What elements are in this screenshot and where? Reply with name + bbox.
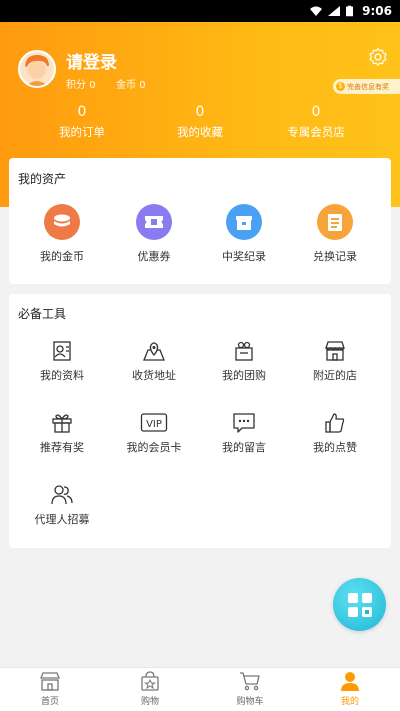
tab-cart[interactable]: 购物车 xyxy=(200,671,300,707)
store-icon xyxy=(325,341,345,361)
clipboard-icon xyxy=(317,204,353,240)
tab-label: 购物 xyxy=(140,697,159,707)
profile-card-icon xyxy=(53,341,71,361)
points-value: 0 xyxy=(89,80,96,91)
complete-info-badge[interactable]: $ 完善信息有奖 xyxy=(333,79,400,94)
map-location-icon xyxy=(143,342,165,361)
tool-label: 我的会员卡 xyxy=(126,441,182,454)
asset-label: 中奖纪录 xyxy=(222,250,266,263)
tool-label: 附近的店 xyxy=(313,369,357,382)
gear-icon[interactable] xyxy=(368,47,388,67)
message-icon xyxy=(233,413,255,433)
asset-item-coupons[interactable]: 优惠券 xyxy=(109,204,199,264)
battery-icon xyxy=(346,5,354,17)
tab-label: 购物车 xyxy=(236,697,264,707)
stat-member-store[interactable]: 0 专属会员店 xyxy=(261,104,371,140)
points-info: 积分 0 xyxy=(66,76,96,91)
asset-item-exchange[interactable]: 兑换记录 xyxy=(290,204,380,264)
stat-orders[interactable]: 0 我的订单 xyxy=(27,104,137,140)
tools-title: 必备工具 xyxy=(18,307,67,321)
tool-label: 我的团购 xyxy=(222,369,266,382)
avatar[interactable] xyxy=(18,50,56,88)
avatar-face-icon xyxy=(20,52,54,86)
login-link[interactable]: 请登录 xyxy=(66,48,117,73)
bottom-tab-bar: 首页 购物 购物车 我的 xyxy=(0,667,400,711)
tool-item-vip-card[interactable]: VIP 我的会员卡 xyxy=(109,412,199,455)
points-label: 积分 xyxy=(66,80,86,91)
stat-label: 专属会员店 xyxy=(287,125,345,139)
tool-item-group-buy[interactable]: 我的团购 xyxy=(199,340,289,383)
thumbs-up-icon xyxy=(325,413,345,433)
tab-mine[interactable]: 我的 xyxy=(300,671,400,707)
tool-item-address[interactable]: 收货地址 xyxy=(109,340,199,383)
group-buy-icon xyxy=(235,341,253,361)
coin-dot-icon: $ xyxy=(336,82,345,91)
asset-label: 我的金币 xyxy=(40,250,84,263)
tool-label: 代理人招募 xyxy=(34,513,90,526)
tools-card: 必备工具 我的资料 收货地址 我的团购 附近的店 推荐有奖 VIP 我的会员卡 … xyxy=(9,294,391,548)
people-icon xyxy=(51,485,73,505)
tab-label: 我的 xyxy=(340,697,359,707)
coins-info: 金币 0 xyxy=(116,76,146,91)
asset-label: 兑换记录 xyxy=(313,250,357,263)
gift-box-icon xyxy=(226,204,262,240)
tab-label: 首页 xyxy=(40,697,59,707)
stat-value: 0 xyxy=(195,104,205,120)
tool-item-referral[interactable]: 推荐有奖 xyxy=(17,412,107,455)
stat-value: 0 xyxy=(311,104,321,120)
asset-label: 优惠券 xyxy=(137,250,171,263)
stat-favorites[interactable]: 0 我的收藏 xyxy=(145,104,255,140)
ticket-icon xyxy=(136,204,172,240)
asset-item-prizes[interactable]: 中奖纪录 xyxy=(199,204,289,264)
coins-value: 0 xyxy=(139,80,146,91)
stat-label: 我的订单 xyxy=(59,125,105,139)
status-bar: 9:06 xyxy=(0,0,400,22)
tool-label: 我的点赞 xyxy=(313,441,357,454)
wifi-icon xyxy=(310,6,323,16)
tool-item-profile[interactable]: 我的资料 xyxy=(17,340,107,383)
assets-title: 我的资产 xyxy=(18,172,67,186)
tool-label: 收货地址 xyxy=(132,369,176,382)
gift-icon xyxy=(52,414,72,433)
tool-item-agent-recruit[interactable]: 代理人招募 xyxy=(17,484,107,527)
signal-icon xyxy=(328,6,341,16)
cart-icon xyxy=(240,672,260,691)
tab-home[interactable]: 首页 xyxy=(0,671,100,707)
coins-label: 金币 xyxy=(116,80,136,91)
tool-label: 我的资料 xyxy=(40,369,84,382)
vip-card-icon: VIP xyxy=(140,413,168,432)
stat-label: 我的收藏 xyxy=(177,125,223,139)
home-store-icon xyxy=(40,672,60,691)
coins-icon xyxy=(44,204,80,240)
badge-label: 完善信息有奖 xyxy=(347,82,389,91)
user-icon xyxy=(341,672,359,691)
grid-icon xyxy=(347,592,372,617)
tool-item-likes[interactable]: 我的点赞 xyxy=(290,412,380,455)
tool-item-messages[interactable]: 我的留言 xyxy=(199,412,289,455)
tab-shopping[interactable]: 购物 xyxy=(100,671,200,707)
asset-item-coins[interactable]: 我的金币 xyxy=(17,204,107,264)
stat-value: 0 xyxy=(77,104,87,120)
tool-label: 我的留言 xyxy=(222,441,266,454)
tool-label: 推荐有奖 xyxy=(40,441,84,454)
grid-menu-button[interactable] xyxy=(333,578,386,631)
shopping-bag-icon xyxy=(141,671,159,691)
status-time: 9:06 xyxy=(362,4,392,18)
assets-card: 我的资产 我的金币 优惠券 中奖纪录 兑换记录 xyxy=(9,158,391,284)
svg-text:VIP: VIP xyxy=(146,419,162,430)
tool-item-nearby-store[interactable]: 附近的店 xyxy=(290,340,380,383)
